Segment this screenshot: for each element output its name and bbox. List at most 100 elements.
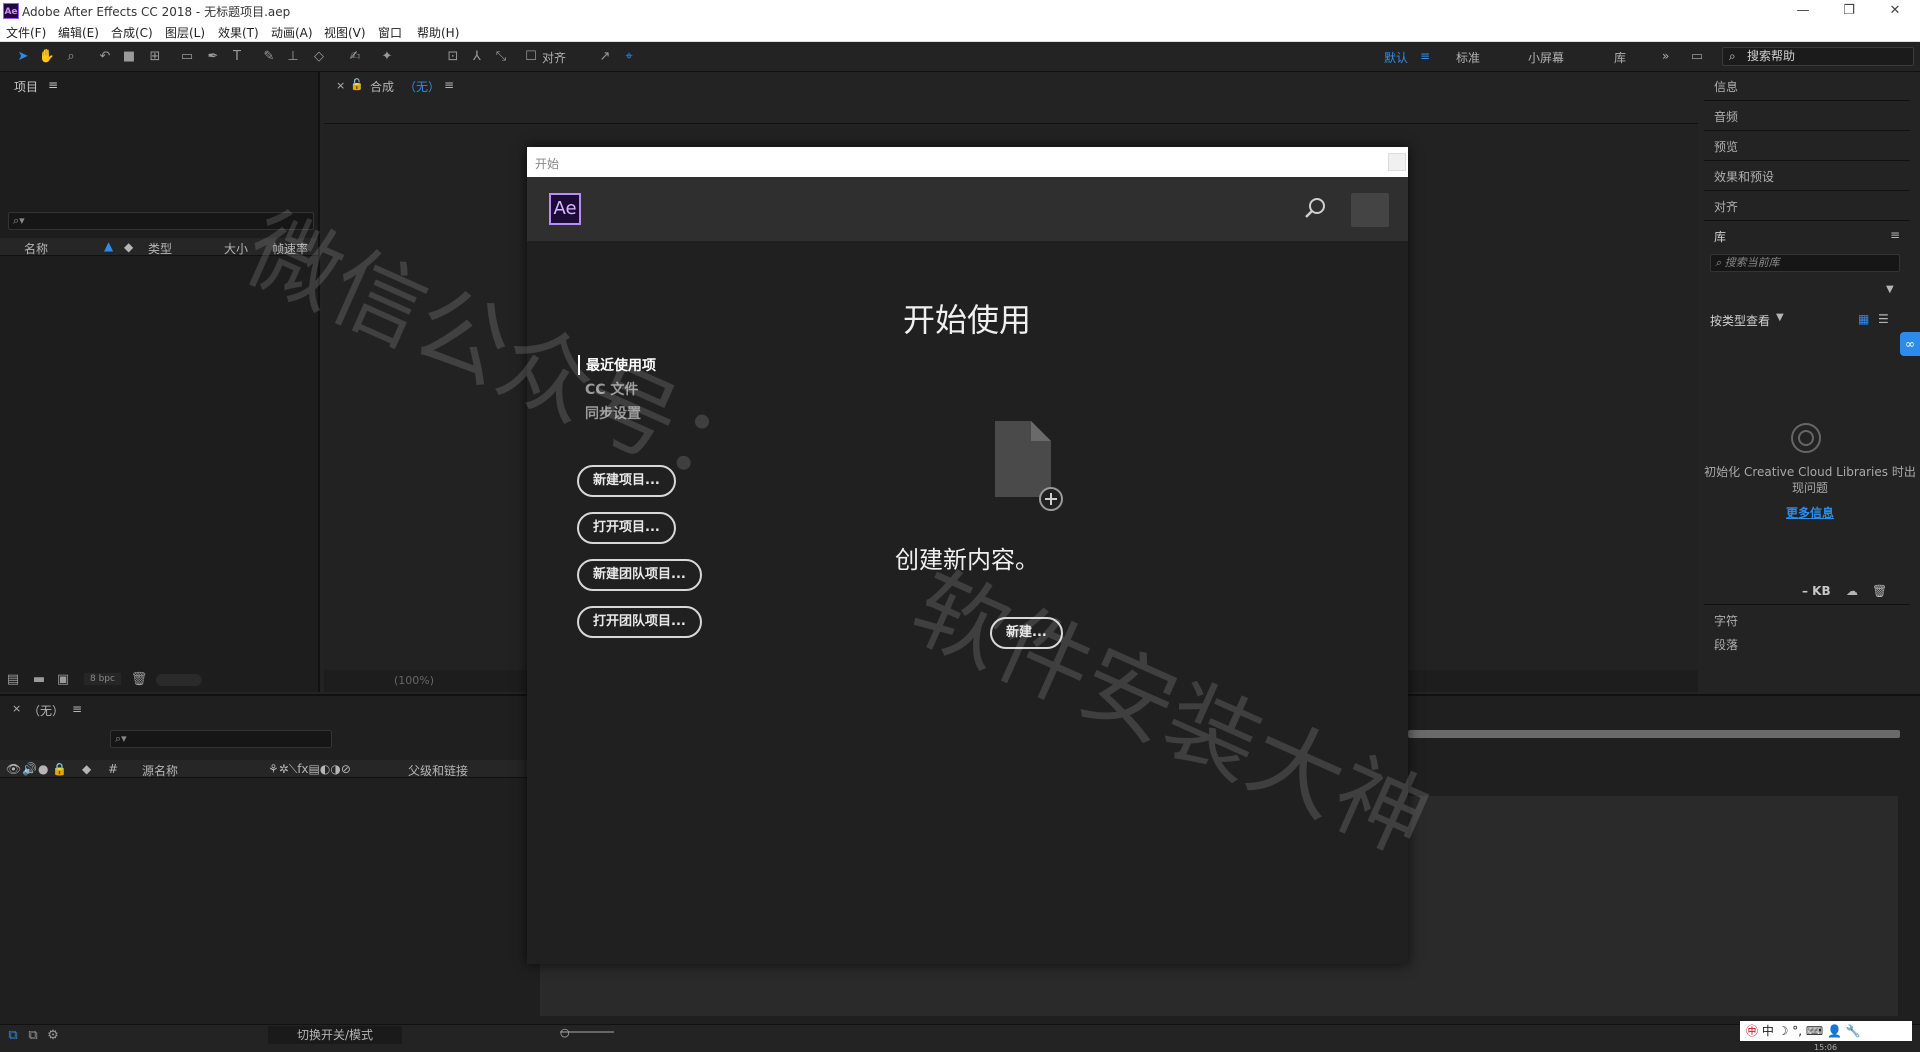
zoom-dropdown[interactable]: (100%): [394, 674, 434, 687]
toggle-switches-modes-button[interactable]: 切换开关/模式: [268, 1026, 402, 1044]
brush-tool-icon[interactable]: ✎: [260, 48, 278, 66]
menu-view[interactable]: 视图(V): [324, 24, 366, 41]
close-button[interactable]: ✕: [1872, 0, 1918, 22]
nav-sync-settings[interactable]: 同步设置: [585, 403, 641, 423]
column-type[interactable]: 类型: [148, 240, 172, 257]
ime-punctuation[interactable]: °,: [1792, 1024, 1802, 1038]
new-folder-icon[interactable]: ▬: [30, 671, 48, 689]
clone-stamp-tool-icon[interactable]: ⊥: [284, 48, 302, 66]
zoom-slider-handle[interactable]: ○: [560, 1026, 570, 1039]
timeline-tab-label[interactable]: （无）: [28, 702, 64, 719]
user-avatar[interactable]: [1351, 193, 1389, 227]
workspace-small-screen[interactable]: 小屏幕: [1528, 49, 1564, 66]
menu-animation[interactable]: 动画(A): [271, 24, 313, 41]
column-index[interactable]: #: [108, 762, 118, 776]
menu-edit[interactable]: 编辑(E): [58, 24, 99, 41]
text-tool-icon[interactable]: T: [228, 48, 246, 66]
lock-icon[interactable]: 🔓: [350, 78, 364, 91]
workspace-default[interactable]: 默认: [1384, 49, 1408, 66]
trash-icon[interactable]: 🗑: [130, 671, 148, 689]
ime-settings-icon[interactable]: 🔧: [1846, 1024, 1861, 1038]
new-button[interactable]: 新建...: [990, 617, 1063, 649]
view-axis-icon[interactable]: ⤡: [492, 48, 510, 66]
work-area-bar[interactable]: [1408, 730, 1900, 738]
panel-preview[interactable]: 预览: [1714, 138, 1738, 155]
menu-window[interactable]: 窗口: [378, 24, 402, 41]
panel-character[interactable]: 字符: [1714, 612, 1738, 629]
nav-recent[interactable]: 最近使用项: [578, 355, 656, 375]
close-tab-icon[interactable]: ×: [336, 79, 345, 92]
minimize-button[interactable]: —: [1780, 0, 1826, 22]
interpret-footage-icon[interactable]: ▤: [4, 671, 22, 689]
search-help-input[interactable]: ⌕ 搜索帮助: [1722, 47, 1914, 66]
panel-info[interactable]: 信息: [1714, 78, 1738, 95]
panel-effects-presets[interactable]: 效果和预设: [1714, 168, 1774, 185]
library-dropdown-icon[interactable]: ▼: [1886, 284, 1894, 295]
list-view-icon[interactable]: ☰: [1878, 312, 1889, 326]
render-time-icon[interactable]: ⧉: [24, 1027, 42, 1045]
menu-help[interactable]: 帮助(H): [417, 24, 459, 41]
rotate-tool-icon[interactable]: ↶: [96, 48, 114, 66]
trash-icon[interactable]: 🗑: [1872, 584, 1887, 598]
panel-audio[interactable]: 音频: [1714, 108, 1738, 125]
label-tag-icon[interactable]: ◆: [82, 762, 91, 776]
workspace-menu-icon[interactable]: ≡: [1420, 49, 1430, 63]
menu-file[interactable]: 文件(F): [6, 24, 46, 41]
column-source-name[interactable]: 源名称: [142, 762, 178, 779]
column-size[interactable]: 大小: [224, 240, 248, 257]
close-tab-icon[interactable]: ×: [12, 702, 21, 715]
maximize-button[interactable]: ❐: [1826, 0, 1872, 22]
menu-effect[interactable]: 效果(T): [218, 24, 259, 41]
eraser-tool-icon[interactable]: ◇: [310, 48, 328, 66]
timeline-menu-icon[interactable]: ≡: [72, 702, 82, 716]
workspace-libraries[interactable]: 库: [1614, 49, 1626, 66]
rectangle-tool-icon[interactable]: ▭: [178, 48, 196, 66]
more-workspaces-icon[interactable]: »: [1662, 49, 1669, 63]
new-project-button[interactable]: 新建项目...: [577, 465, 676, 497]
nav-cc-files[interactable]: CC 文件: [585, 379, 638, 399]
zoom-tool-icon[interactable]: ⌕: [62, 48, 80, 66]
dialog-close-button[interactable]: [1388, 153, 1406, 171]
snap-options-icon[interactable]: ↗: [596, 48, 614, 66]
snap-checkbox[interactable]: ☐: [522, 48, 540, 66]
menu-composition[interactable]: 合成(C): [111, 24, 153, 41]
column-parent-link[interactable]: 父级和链接: [408, 762, 468, 779]
library-search-input[interactable]: ⌕ 搜索当前库: [1710, 254, 1900, 272]
ime-toolbar[interactable]: ㊥ 中 ☽ °, ⌨ 👤 🔧: [1740, 1021, 1912, 1041]
column-name[interactable]: 名称: [24, 240, 48, 257]
sort-ascending-icon[interactable]: ▲: [104, 239, 113, 253]
selection-tool-icon[interactable]: ➤: [14, 48, 32, 66]
audio-icon[interactable]: 🔊: [22, 762, 37, 776]
link-icon[interactable]: ∞: [1900, 332, 1920, 356]
comp-panel-menu-icon[interactable]: ≡: [444, 78, 454, 92]
bit-depth-button[interactable]: 8 bpc: [84, 673, 121, 685]
hand-tool-icon[interactable]: ✋: [38, 48, 56, 66]
column-frame-rate[interactable]: 帧速率: [272, 240, 308, 257]
thumbnail-slider[interactable]: [156, 674, 202, 686]
view-by-type-dropdown[interactable]: 按类型查看: [1710, 312, 1770, 329]
lock-icon[interactable]: 🔒: [52, 762, 67, 776]
new-composition-icon[interactable]: ▣: [54, 671, 72, 689]
search-icon[interactable]: [1303, 195, 1329, 221]
workspace-toggle-icon[interactable]: ▭: [1688, 48, 1706, 66]
panel-paragraph[interactable]: 段落: [1714, 636, 1738, 653]
timeline-search-input[interactable]: ⌕▾: [110, 730, 332, 748]
ime-chinese[interactable]: 中: [1762, 1024, 1774, 1038]
snap-target-icon[interactable]: ⌖: [620, 48, 638, 66]
menu-layer[interactable]: 图层(L): [165, 24, 205, 41]
panel-align[interactable]: 对齐: [1714, 198, 1738, 215]
puppet-tool-icon[interactable]: ✦: [378, 48, 396, 66]
more-info-link[interactable]: 更多信息: [1700, 504, 1920, 521]
frame-blend-icon[interactable]: ⚙: [44, 1027, 62, 1045]
open-team-project-button[interactable]: 打开团队项目...: [577, 606, 702, 638]
comp-tab-label[interactable]: 合成: [370, 78, 394, 95]
ime-moon-icon[interactable]: ☽: [1778, 1024, 1789, 1038]
cloud-sync-icon[interactable]: ☁: [1846, 584, 1858, 598]
solo-icon[interactable]: ●: [38, 762, 48, 776]
pan-behind-tool-icon[interactable]: ⊞: [146, 48, 164, 66]
ime-user-icon[interactable]: 👤: [1827, 1024, 1842, 1038]
local-axis-icon[interactable]: ⊡: [444, 48, 462, 66]
world-axis-icon[interactable]: ⅄: [468, 48, 486, 66]
label-tag-icon[interactable]: ◆: [124, 240, 133, 254]
chevron-down-icon[interactable]: ▼: [1776, 312, 1784, 323]
